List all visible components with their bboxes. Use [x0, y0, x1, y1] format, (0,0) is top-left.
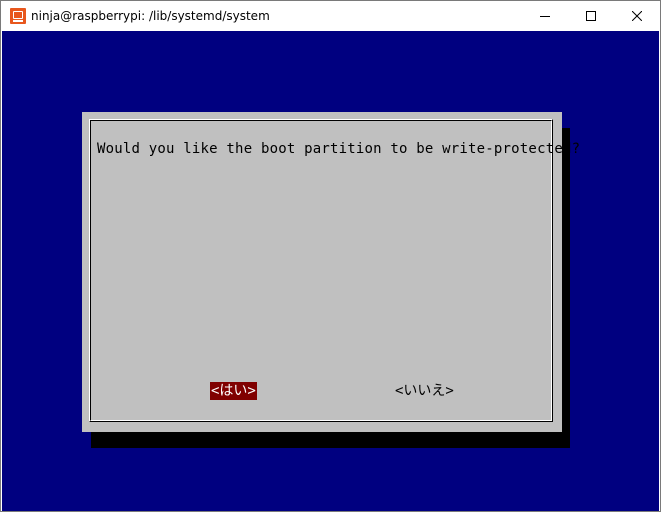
terminal-area[interactable]: Would you like the boot partition to be … [2, 31, 659, 511]
dialog-question: Would you like the boot partition to be … [97, 141, 581, 157]
terminal-app-icon[interactable] [10, 8, 26, 24]
maximize-button[interactable] [568, 1, 614, 31]
terminal-window: ninja@raspberrypi: /lib/systemd/system W… [0, 0, 661, 512]
no-button[interactable]: <いいえ> [394, 382, 455, 400]
dialog-frame-inner [90, 120, 552, 421]
yes-button[interactable]: <はい> [210, 382, 257, 400]
confirm-dialog: Would you like the boot partition to be … [82, 112, 580, 432]
minimize-button[interactable] [522, 1, 568, 31]
maximize-icon [586, 11, 596, 21]
window-title: ninja@raspberrypi: /lib/systemd/system [31, 9, 270, 23]
scrollbar[interactable] [641, 31, 659, 511]
close-button[interactable] [614, 1, 660, 31]
minimize-icon [540, 16, 550, 17]
close-icon [632, 11, 642, 21]
title-bar[interactable]: ninja@raspberrypi: /lib/systemd/system [1, 1, 660, 31]
